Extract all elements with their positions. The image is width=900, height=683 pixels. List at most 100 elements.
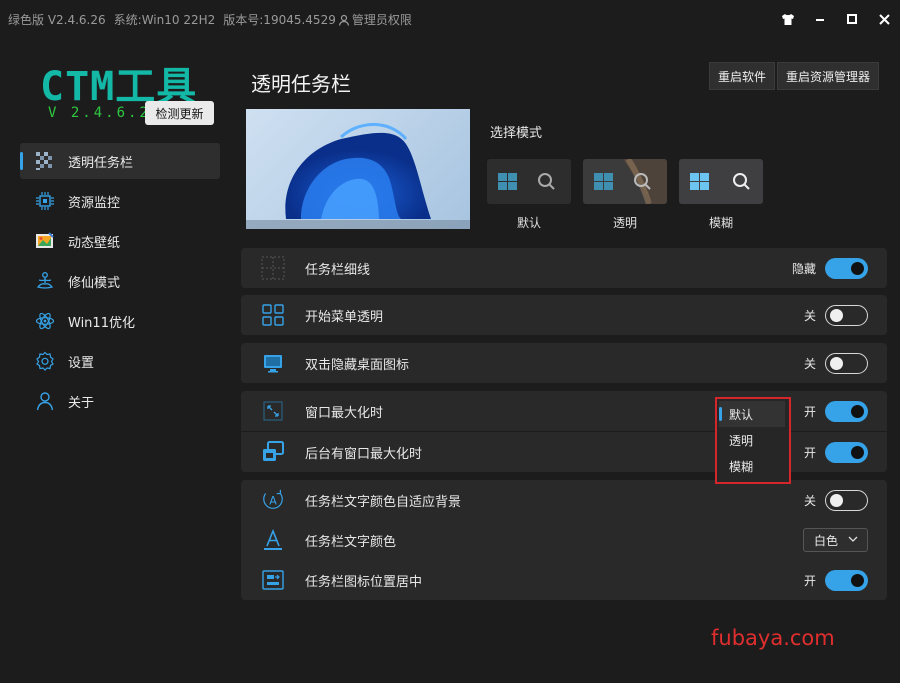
mode-option-default[interactable] [487,159,571,204]
maximize-mode-dropdown: 默认 透明 模糊 [715,397,791,484]
windows-search-icon [583,159,667,204]
restart-app-button[interactable]: 重启软件 [709,62,776,90]
text-color-select[interactable]: 白色 [803,528,868,552]
sidebar-item-label: 设置 [68,355,95,371]
background-windows-icon [261,440,285,464]
mode-caption-transparent: 透明 [612,216,637,230]
dropdown-option-default[interactable]: 默认 [719,401,785,427]
maximize-button[interactable] [836,0,868,38]
atom-icon [34,310,56,332]
start-menu-icon [261,303,285,327]
center-align-icon [261,568,285,592]
setting-label: 任务栏图标位置居中 [305,574,423,590]
title-info: 绿色版 V2.4.6.26 系统:Win10 22H2 版本号:19045.45… [8,11,412,28]
sidebar-item-label: 关于 [68,395,95,411]
svg-text:A: A [269,495,277,508]
maximize-arrows-icon [261,399,285,423]
dropdown-option-transparent[interactable]: 透明 [717,427,789,453]
edition-text: 绿色版 V2.4.6.26 [8,13,106,27]
setting-state: 关 [803,308,816,323]
taskbar-preview-image [246,109,470,229]
build-text: 版本号:19045.4529 [223,13,336,27]
setting-state: 隐藏 [791,261,816,276]
header-actions: 重启软件 重启资源管理器 [709,62,880,90]
setting-label: 双击隐藏桌面图标 [305,357,410,373]
check-update-button[interactable]: 检测更新 [145,101,214,125]
page-title: 透明任务栏 [251,72,351,96]
bg-maximized-toggle[interactable] [825,441,868,463]
mode-option-transparent[interactable] [583,159,667,204]
system-text: 系统:Win10 22H2 [113,13,216,27]
close-button[interactable] [868,0,900,38]
windows-search-icon [679,159,763,204]
setting-label: 开始菜单透明 [305,309,384,325]
mode-caption-blur: 模糊 [708,216,733,230]
setting-label: 窗口最大化时 [305,405,384,421]
sidebar-item-resource-monitor[interactable]: 资源监控 [20,183,220,219]
sidebar-item-settings[interactable]: 设置 [20,343,220,379]
minimize-icon [816,19,824,21]
font-color-icon [261,528,285,552]
watermark-text: fubaya.com [711,626,835,650]
sidebar-item-win11-optimize[interactable]: Win11优化 [20,303,220,339]
chevron-down-icon [848,532,858,549]
sidebar-item-label: 透明任务栏 [68,155,134,171]
mode-option-blur[interactable] [679,159,763,204]
checker-icon [34,150,56,172]
setting-state: 关 [803,493,816,508]
dropdown-option-blur[interactable]: 模糊 [717,453,789,479]
text-adapt-toggle[interactable] [825,489,868,511]
setting-row: 开始菜单透明 关 [241,295,887,335]
setting-row: 任务栏文字颜色 白色 [241,520,887,560]
restart-explorer-button[interactable]: 重启资源管理器 [777,62,880,90]
skin-button[interactable] [772,0,804,38]
maximized-toggle[interactable] [825,400,868,422]
start-menu-toggle[interactable] [825,304,868,326]
setting-row: A 任务栏文字颜色自适应背景 关 [241,480,887,520]
maximize-icon [847,14,857,24]
setting-card-text: A 任务栏文字颜色自适应背景 关 任务栏文字颜色 白色 任务栏图标位置居中 开 [241,480,887,600]
chip-icon [34,190,56,212]
sidebar-item-dynamic-wallpaper[interactable]: 动态壁纸 [20,223,220,259]
setting-label: 后台有窗口最大化时 [305,446,423,462]
sidebar-item-label: 资源监控 [68,195,121,211]
sidebar-item-about[interactable]: 关于 [20,383,220,419]
meditation-icon [34,270,56,292]
setting-label: 任务栏文字颜色自适应背景 [305,494,462,510]
windows-search-icon [498,173,555,190]
setting-state: 开 [803,404,816,419]
hide-icons-toggle[interactable] [825,352,868,374]
wallpaper-icon [34,230,56,252]
title-bar: 绿色版 V2.4.6.26 系统:Win10 22H2 版本号:19045.45… [0,0,900,38]
setting-card-hide-icons: 双击隐藏桌面图标 关 [241,343,887,383]
sidebar-item-cultivation-mode[interactable]: 修仙模式 [20,263,220,299]
minimize-button[interactable] [804,0,836,38]
monitor-icon [261,351,285,375]
window-controls [772,0,900,38]
gear-icon [34,350,56,372]
grid-lines-toggle[interactable] [825,257,868,279]
setting-card-grid-lines: 任务栏细线 隐藏 [241,248,887,288]
user-icon [34,390,56,412]
admin-icon [338,14,350,26]
sidebar-item-label: Win11优化 [68,315,135,331]
setting-state: 关 [803,356,816,371]
privilege-text: 管理员权限 [351,13,412,27]
icon-center-toggle[interactable] [825,569,868,591]
setting-label: 任务栏细线 [305,262,371,278]
sidebar-item-label: 动态壁纸 [68,235,121,251]
sidebar-item-label: 修仙模式 [68,275,121,291]
sidebar-item-transparent-taskbar[interactable]: 透明任务栏 [20,143,220,179]
tshirt-icon [782,13,794,25]
preview-taskbar [246,220,470,229]
grid-lines-icon [261,256,285,280]
bloom-wallpaper-icon [285,123,431,219]
mode-caption-default: 默认 [516,216,541,230]
auto-text-icon: A [261,488,285,512]
close-icon [878,13,890,25]
setting-row: 任务栏图标位置居中 开 [241,560,887,600]
setting-row: 双击隐藏桌面图标 关 [241,343,887,383]
sidebar: 透明任务栏 资源监控 动态壁纸 修仙模式 Win11优化 设置 关于 [20,143,220,423]
setting-state: 开 [803,445,816,460]
setting-state: 开 [803,573,816,588]
